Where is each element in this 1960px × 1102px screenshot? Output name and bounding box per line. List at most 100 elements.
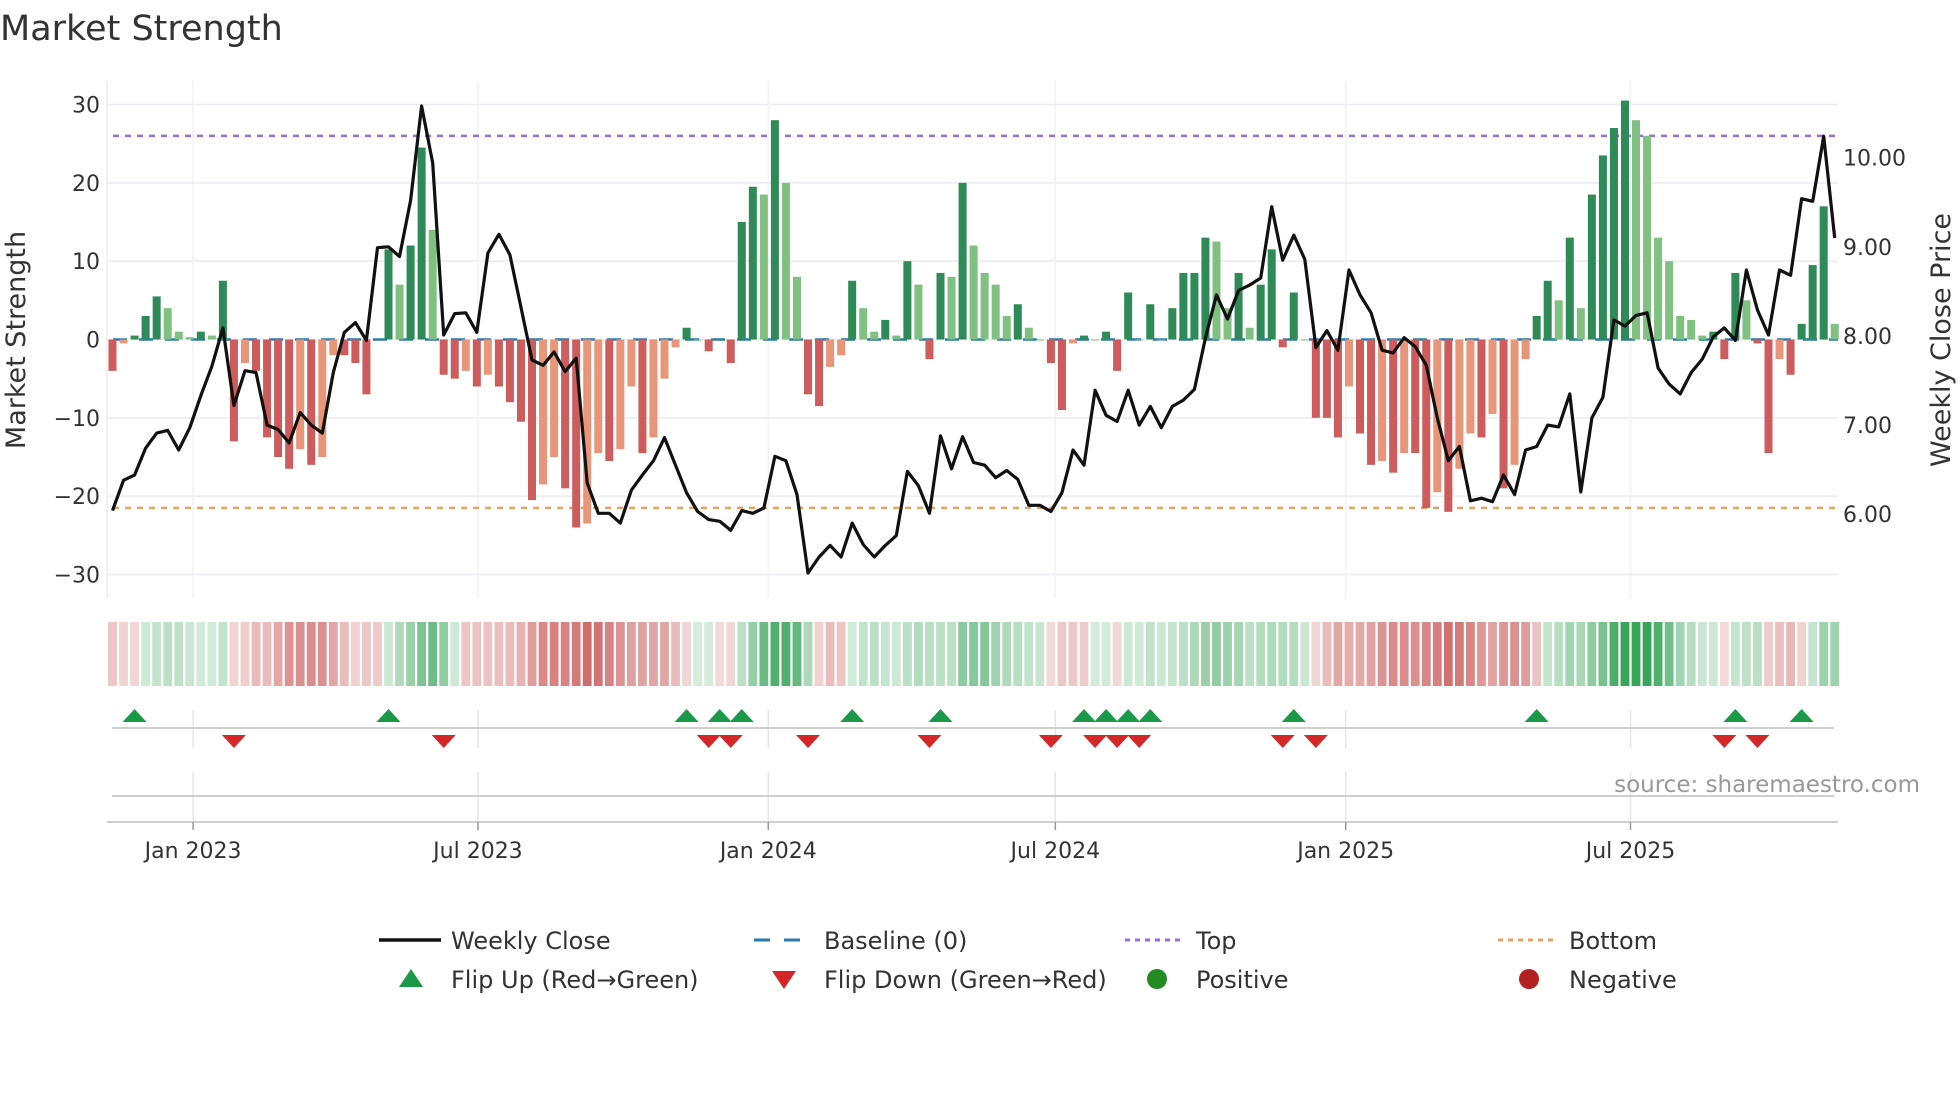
strength-bar [1267,249,1276,340]
y-tick-label: 0 [86,329,100,354]
heatmap-cell [1013,622,1023,686]
heatmap-cell [880,622,890,686]
flip-up-marker [928,709,953,722]
heatmap-cell [1002,622,1012,686]
heatmap-cell [384,622,393,686]
legend-label: Flip Up (Red→Green) [451,966,699,994]
strength-bar [1742,300,1751,340]
flip-up-marker [1723,709,1748,722]
y2-tick-label: 9.00 [1843,236,1892,261]
strength-bar [384,249,393,340]
strength-bar [1554,300,1563,340]
strength-bar [1091,339,1100,341]
flip-up-marker [376,709,401,722]
strength-bar [627,339,636,387]
heatmap-cell [196,622,206,686]
heatmap-cell [273,622,283,686]
heatmap-cell [1477,622,1486,686]
heatmap-cell [1079,622,1089,686]
heatmap-cell [1631,622,1641,686]
heatmap-cell [1300,622,1310,686]
heatmap-cell [373,622,382,686]
legend-label: Weekly Close [451,927,611,955]
heatmap-cell [1289,622,1299,686]
strength-bar [1344,339,1353,387]
flip-down-marker [917,735,942,748]
heatmap-cell [969,622,979,686]
strength-bar [704,339,713,352]
heatmap-cell [792,622,802,686]
strength-bar [472,339,481,387]
strength-bar [1488,339,1497,414]
heatmap-cell [770,622,780,686]
heatmap-cell [593,622,603,686]
flip-up-marker [122,709,147,722]
heatmap-cell [549,622,559,686]
strength-bar [605,339,614,461]
heatmap-cell [1256,622,1266,686]
heatmap-cell [1708,622,1718,686]
strength-bar [296,339,305,450]
heatmap-cell [1653,622,1663,686]
heatmap-cell [748,622,758,686]
y2-tick-label: 8.00 [1843,325,1892,350]
strength-bar [1444,339,1453,512]
strength-bar [505,339,514,403]
heatmap-cell [925,622,934,686]
strength-bar [1411,339,1420,454]
heatmap-cell [715,622,725,686]
strength-bar [252,339,261,371]
strength-bar [870,331,879,340]
strength-bar [991,284,1000,340]
y-tick-label: −20 [54,485,100,510]
strength-bar [1764,339,1773,454]
heatmap-cell [1819,622,1829,686]
strength-bar [1797,323,1806,340]
heatmap-cell [604,622,614,686]
heatmap-cell [814,622,824,686]
strength-bar [141,316,150,340]
heatmap-cell [991,622,1001,686]
heatmap-cell [328,622,338,686]
heatmap-cell [1090,622,1100,686]
strength-bar [561,339,570,489]
strength-bar [1819,206,1828,340]
heatmap-cell [1543,622,1553,686]
flip-up-marker [1524,709,1549,722]
heatmap-cell [218,622,228,686]
strength-bar [1013,304,1022,340]
heatmap-cell [560,622,570,686]
heatmap-cell [1167,622,1177,686]
strength-bar [1245,327,1254,340]
flip-up-marker [1138,709,1163,722]
heatmap-cell [1521,622,1531,686]
strength-bar [185,337,194,340]
flip-down-marker [1083,735,1108,748]
heatmap-cell [494,622,504,686]
strength-bar [307,339,316,465]
strength-bar [1510,339,1519,465]
heatmap-cell [615,622,625,686]
heatmap-cell [516,622,526,686]
strength-bar [781,182,790,340]
heatmap-cell [1466,622,1475,686]
heatmap-cell [1620,622,1630,686]
strength-bar [638,339,647,454]
heatmap-cell [858,622,868,686]
strength-bar [936,272,945,340]
heatmap-cell [958,622,967,686]
flip-down-marker [696,735,721,748]
strength-bar [1256,284,1265,340]
strength-bar [428,229,437,340]
heatmap-cell [417,622,427,686]
heatmap-cell [1410,622,1420,686]
heatmap-cell [1234,622,1243,686]
heatmap-cell [395,622,404,686]
legend-positive-icon [1147,969,1167,989]
heatmap-cell [461,622,471,686]
heatmap-cell [803,622,813,686]
strength-bar [1466,339,1475,434]
legend-negative-icon [1519,969,1539,989]
heatmap-cell [1212,622,1221,686]
flip-up-marker [707,709,732,722]
